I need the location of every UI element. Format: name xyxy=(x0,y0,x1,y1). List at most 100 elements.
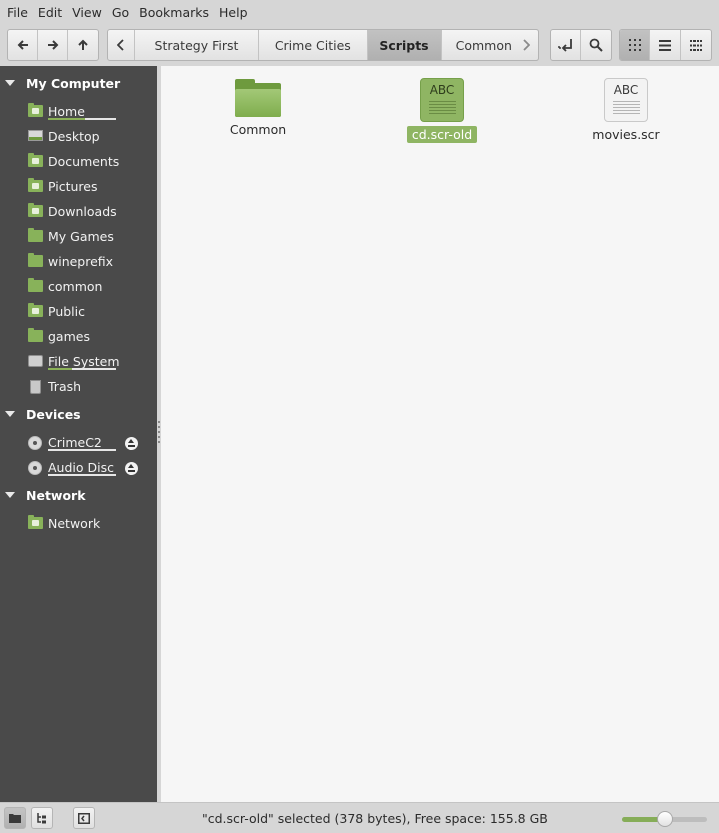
menu-go[interactable]: Go xyxy=(107,0,134,25)
location-tools-group xyxy=(550,29,612,61)
text-file-icon: ABC xyxy=(420,78,464,122)
file-item-cd-scr-old[interactable]: ABC cd.scr-old xyxy=(387,78,497,143)
toolbar: Strategy First Crime Cities Scripts Comm… xyxy=(0,25,719,66)
desktop-icon xyxy=(28,129,43,143)
status-text: "cd.scr-old" selected (378 bytes), Free … xyxy=(202,811,548,826)
sidebar-item-label: wineprefix xyxy=(48,253,114,269)
sidebar-item-pictures[interactable]: Pictures xyxy=(28,175,98,197)
sidebar-item-label: Downloads xyxy=(48,203,117,219)
navigation-group xyxy=(7,29,99,61)
sidebar-item-label: CrimeC2 xyxy=(48,434,102,450)
menu-view[interactable]: View xyxy=(67,0,107,25)
sidebar-item-downloads[interactable]: Downloads xyxy=(28,200,117,222)
menu-bar: File Edit View Go Bookmarks Help xyxy=(0,0,719,25)
breadcrumb: Strategy First Crime Cities Scripts Comm… xyxy=(107,29,539,61)
icon-view-button[interactable] xyxy=(620,30,651,60)
breadcrumb-scripts[interactable]: Scripts xyxy=(367,30,442,60)
file-view: Common ABC cd.scr-old ABC movies.scr xyxy=(161,66,719,802)
network-icon xyxy=(28,514,43,530)
forward-arrow-icon xyxy=(47,40,58,50)
sidebar-item-label: File System xyxy=(48,353,120,369)
sidebar-item-label: Documents xyxy=(48,153,120,169)
drive-icon xyxy=(28,354,43,368)
sidebar-item-label: Network xyxy=(48,515,101,531)
sidebar-item-label: Audio Disc xyxy=(48,459,114,475)
sidebar-item-public[interactable]: Public xyxy=(28,300,85,322)
tree-view-icon xyxy=(37,813,46,824)
places-folder-icon xyxy=(9,814,21,823)
sidebar-item-my-games[interactable]: My Games xyxy=(28,225,114,247)
view-mode-group xyxy=(619,29,712,61)
menu-file[interactable]: File xyxy=(2,0,33,25)
sidebar-item-wineprefix[interactable]: wineprefix xyxy=(28,250,113,272)
disc-icon xyxy=(28,460,43,475)
pictures-folder-icon xyxy=(28,177,43,193)
toggle-location-entry-button[interactable] xyxy=(551,30,582,60)
show-places-button[interactable] xyxy=(4,807,26,829)
forward-button[interactable] xyxy=(38,30,68,60)
chevron-left-icon xyxy=(116,39,124,51)
section-title: Devices xyxy=(26,406,81,422)
menu-help[interactable]: Help xyxy=(214,0,253,25)
file-item-common[interactable]: Common xyxy=(203,78,313,138)
sidebar-item-network[interactable]: Network xyxy=(28,512,100,534)
up-arrow-icon xyxy=(78,39,88,50)
section-network[interactable]: Network xyxy=(0,485,86,505)
sidebar-item-games[interactable]: games xyxy=(28,325,90,347)
documents-folder-icon xyxy=(28,152,43,168)
up-button[interactable] xyxy=(68,30,98,60)
home-usage-bar xyxy=(48,118,116,120)
file-name: Common xyxy=(229,122,287,137)
trash-icon xyxy=(28,379,43,394)
downloads-folder-icon xyxy=(28,202,43,218)
file-item-movies-scr[interactable]: ABC movies.scr xyxy=(571,78,681,143)
back-arrow-icon xyxy=(17,40,28,50)
breadcrumb-scroll-left-button[interactable] xyxy=(108,30,135,60)
text-file-icon: ABC xyxy=(604,78,648,122)
sidebar-item-trash[interactable]: Trash xyxy=(28,375,81,397)
list-view-button[interactable] xyxy=(650,30,681,60)
compact-view-button[interactable] xyxy=(681,30,711,60)
sidebar-item-label: games xyxy=(48,328,90,344)
eject-icon[interactable] xyxy=(125,437,138,450)
folder-icon xyxy=(235,79,281,117)
crimec2-usage-bar xyxy=(48,449,116,451)
sidebar-item-common[interactable]: common xyxy=(28,275,102,297)
breadcrumb-scroll-right-button[interactable] xyxy=(514,29,539,61)
sidebar: My Computer Home Desktop Documents Pictu… xyxy=(0,66,157,802)
breadcrumb-strategy-first[interactable]: Strategy First xyxy=(135,30,260,60)
collapse-triangle-icon xyxy=(5,490,15,500)
menu-bookmarks[interactable]: Bookmarks xyxy=(134,0,214,25)
file-system-usage-bar xyxy=(48,368,116,370)
search-button[interactable] xyxy=(581,30,611,60)
sidebar-item-label: Home xyxy=(48,103,85,119)
list-view-icon xyxy=(659,39,672,51)
grid-view-icon xyxy=(628,39,641,51)
zoom-slider[interactable] xyxy=(622,811,707,827)
sidebar-toggle-icon xyxy=(78,812,90,824)
sidebar-item-label: Desktop xyxy=(48,128,100,144)
menu-edit[interactable]: Edit xyxy=(33,0,67,25)
folder-icon xyxy=(28,252,43,268)
status-bar: "cd.scr-old" selected (378 bytes), Free … xyxy=(0,802,719,833)
sidebar-item-documents[interactable]: Documents xyxy=(28,150,119,172)
sidebar-item-label: common xyxy=(48,278,103,294)
breadcrumb-crime-cities[interactable]: Crime Cities xyxy=(259,30,368,60)
file-name: movies.scr xyxy=(592,127,660,142)
eject-icon[interactable] xyxy=(125,462,138,475)
folder-icon xyxy=(28,277,43,293)
zoom-slider-handle[interactable] xyxy=(656,811,673,827)
collapse-triangle-icon xyxy=(5,409,15,419)
search-icon xyxy=(589,38,603,52)
hide-sidebar-button[interactable] xyxy=(73,807,95,829)
section-my-computer[interactable]: My Computer xyxy=(0,73,120,93)
back-button[interactable] xyxy=(8,30,38,60)
public-folder-icon xyxy=(28,302,43,318)
home-folder-icon xyxy=(28,102,43,118)
folder-icon xyxy=(28,327,43,343)
show-tree-button[interactable] xyxy=(31,807,53,829)
sidebar-item-label: Public xyxy=(48,303,85,319)
section-devices[interactable]: Devices xyxy=(0,404,81,424)
file-name: cd.scr-old xyxy=(406,126,478,143)
sidebar-item-desktop[interactable]: Desktop xyxy=(28,125,100,147)
